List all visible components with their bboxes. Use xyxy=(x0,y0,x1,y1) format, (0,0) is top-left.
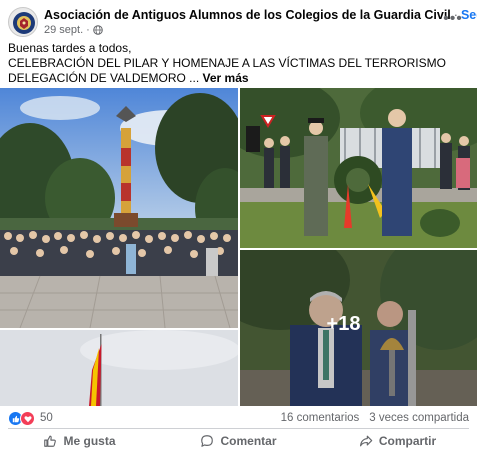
more-horizontal-icon: ••• xyxy=(443,10,463,27)
post-text-line-2: CELEBRACIÓN DEL PILAR Y HOMENAJE A LAS V… xyxy=(8,56,470,86)
flag-photo-image xyxy=(0,330,238,406)
group-photo-image xyxy=(0,88,238,328)
meta-separator: · xyxy=(86,24,90,36)
crest-icon xyxy=(10,9,37,36)
share-icon xyxy=(359,435,373,447)
comments-count-link[interactable]: 16 comentarios xyxy=(281,412,360,424)
post-text-ellipsis: ... xyxy=(185,71,203,85)
comment-button[interactable]: Comentar xyxy=(159,430,318,452)
share-button[interactable]: Compartir xyxy=(318,430,477,452)
post-meta: 29 sept. · xyxy=(44,24,103,36)
reaction-count[interactable]: 50 xyxy=(40,412,53,424)
photo-wreath-laying[interactable] xyxy=(240,88,477,248)
photo-group-monument[interactable] xyxy=(0,88,238,328)
facebook-post: Asociación de Antiguos Alumnos de los Co… xyxy=(0,0,477,456)
more-photos-overlay[interactable]: +18 xyxy=(240,250,477,406)
author-name[interactable]: Asociación de Antiguos Alumnos de los Co… xyxy=(44,8,451,22)
post-header: Asociación de Antiguos Alumnos de los Co… xyxy=(0,0,477,40)
photo-grid: +18 xyxy=(0,88,477,406)
divider xyxy=(8,428,469,429)
wreath-photo-image xyxy=(240,88,477,248)
engagement-stats: 16 comentarios 3 veces compartida xyxy=(281,412,469,424)
page-avatar[interactable] xyxy=(8,7,38,37)
love-reaction-icon xyxy=(20,411,35,426)
share-button-label: Compartir xyxy=(378,434,437,448)
shares-count-link[interactable]: 3 veces compartida xyxy=(369,412,469,424)
like-button[interactable]: Me gusta xyxy=(0,430,159,452)
post-date[interactable]: 29 sept. xyxy=(44,24,83,36)
like-button-label: Me gusta xyxy=(63,434,116,448)
thumbs-up-icon xyxy=(44,435,57,447)
more-photos-count: +18 xyxy=(326,312,361,335)
comment-button-label: Comentar xyxy=(220,434,277,448)
post-text: Buenas tardes a todos, CELEBRACIÓN DEL P… xyxy=(8,41,470,86)
more-options-button[interactable]: ••• xyxy=(441,9,465,29)
post-text-line-1: Buenas tardes a todos, xyxy=(8,41,132,55)
photo-bell-more[interactable]: +18 xyxy=(240,250,477,406)
reactions-bar: 50 16 comentarios 3 veces compartida xyxy=(8,410,469,428)
globe-icon xyxy=(93,25,103,35)
author-line: Asociación de Antiguos Alumnos de los Co… xyxy=(44,8,477,22)
comment-icon xyxy=(201,435,214,447)
action-bar: Me gusta Comentar Compartir xyxy=(0,430,477,452)
photo-flag[interactable] xyxy=(0,330,238,406)
see-more-link[interactable]: Ver más xyxy=(203,71,249,85)
reaction-icons[interactable] xyxy=(8,411,35,426)
